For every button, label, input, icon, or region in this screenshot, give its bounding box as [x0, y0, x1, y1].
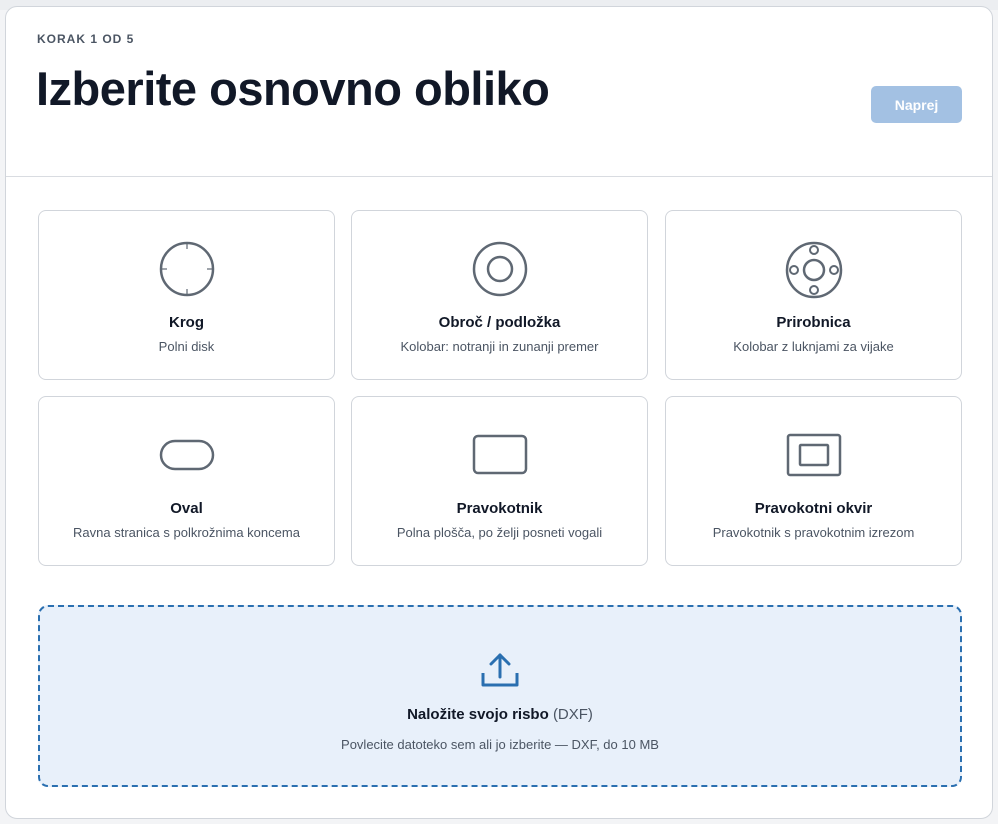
- shape-card-ring[interactable]: Obroč / podložka Kolobar: notranji in zu…: [351, 210, 648, 380]
- shape-card-title: Obroč / podložka: [438, 314, 561, 331]
- shape-card-rectangle-frame[interactable]: Pravokotni okvir Pravokotnik s pravokotn…: [665, 396, 962, 566]
- shape-card-subtitle: Pravokotnik s pravokotnim izrezom: [712, 525, 915, 540]
- shape-card-subtitle: Kolobar: notranji in zunanji premer: [400, 339, 599, 354]
- shape-card-rectangle[interactable]: Pravokotnik Polna plošča, po želji posne…: [351, 396, 648, 566]
- step-indicator: KORAK 1 OD 5: [37, 32, 135, 46]
- upload-title-label: Naložite svojo risbo: [407, 706, 549, 723]
- upload-format: (DXF): [552, 706, 593, 723]
- shape-card-circle[interactable]: Krog Polni disk: [38, 210, 335, 380]
- wizard-header: KORAK 1 OD 5 Izberite osnovno obliko Nap…: [6, 7, 992, 177]
- shape-card-flange[interactable]: Prirobnica Kolobar z luknjami za vijake: [665, 210, 962, 380]
- page-title: Izberite osnovno obliko: [36, 62, 550, 115]
- next-button[interactable]: Naprej: [871, 86, 962, 123]
- circle-icon: [159, 241, 214, 297]
- upload-icon: [481, 653, 519, 687]
- shape-card-title: Krog: [169, 314, 204, 331]
- upload-title: Naložite svojo risbo (DXF): [40, 706, 960, 723]
- upload-hint: Povlecite datoteko sem ali jo izberite —…: [341, 737, 659, 752]
- shape-card-oval[interactable]: Oval Ravna stranica s polkrožnima koncem…: [38, 396, 335, 566]
- ring-icon: [472, 241, 527, 297]
- rectangle-frame-icon: [786, 433, 841, 477]
- rectangle-icon: [472, 434, 527, 475]
- dxf-upload-dropzone[interactable]: Naložite svojo risbo (DXF) Povlecite dat…: [38, 605, 962, 787]
- shape-card-title: Oval: [170, 500, 203, 517]
- shape-card-subtitle: Polna plošča, po želji posneti vogali: [396, 525, 603, 540]
- shape-wizard-panel: KORAK 1 OD 5 Izberite osnovno obliko Nap…: [5, 6, 993, 819]
- shape-card-subtitle: Kolobar z luknjami za vijake: [733, 339, 894, 354]
- oval-icon: [159, 439, 214, 471]
- flange-icon: [785, 241, 842, 299]
- shape-card-title: Pravokotni okvir: [754, 500, 873, 517]
- shape-card-title: Prirobnica: [776, 314, 851, 331]
- shape-card-title: Pravokotnik: [456, 500, 543, 517]
- shape-card-subtitle: Polni disk: [158, 339, 215, 354]
- shape-card-subtitle: Ravna stranica s polkrožnima koncema: [73, 525, 300, 540]
